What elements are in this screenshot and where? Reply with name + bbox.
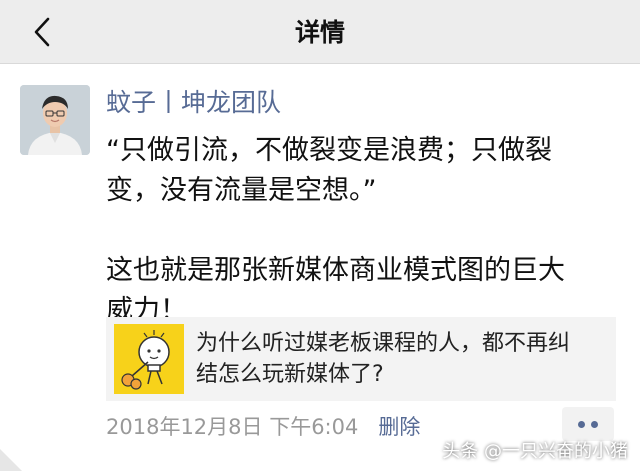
delete-link[interactable]: 删除 [378,411,420,441]
post-text: “只做引流，不做裂变是浪费；只做裂 变，没有流量是空想。” 这也就是那张新媒体商… [106,131,616,331]
article-title-line: 结怎么玩新媒体了? [196,362,384,387]
article-thumbnail [114,324,184,394]
post-text-line: 变，没有流量是空想。” [106,175,377,206]
shared-article-card[interactable]: 为什么听过媒老板课程的人，都不再纠 结怎么玩新媒体了? [106,317,616,401]
avatar[interactable] [20,85,90,155]
avatar-portrait-image [20,85,90,155]
corner-decoration [0,449,22,471]
more-dots-icon [578,420,585,428]
more-dots-icon [591,420,598,428]
more-actions-button[interactable] [562,407,614,441]
post-text-line: 这也就是那张新媒体商业模式图的巨大 [106,255,565,286]
moment-post: 蚊子丨坤龙团队 “只做引流，不做裂变是浪费；只做裂 变，没有流量是空想。” 这也… [0,65,640,471]
author-name[interactable]: 蚊子丨坤龙团队 [106,83,281,119]
article-title: 为什么听过媒老板课程的人，都不再纠 结怎么玩新媒体了? [196,328,608,390]
nav-bar: 详情 [0,0,640,64]
post-timestamp: 2018年12月8日 下午6:04 [106,415,359,439]
article-title-line: 为什么听过媒老板课程的人，都不再纠 [196,331,571,356]
post-meta: 2018年12月8日 下午6:04 删除 [106,411,420,441]
page-title: 详情 [294,18,345,47]
watermark-text: 头条 @一只兴奋的小猪 [442,441,628,462]
lightbulb-illustration-icon [114,324,184,394]
watermark: 头条 @一只兴奋的小猪 [442,437,628,463]
post-text-line: “只做引流，不做裂变是浪费；只做裂 [106,135,552,166]
